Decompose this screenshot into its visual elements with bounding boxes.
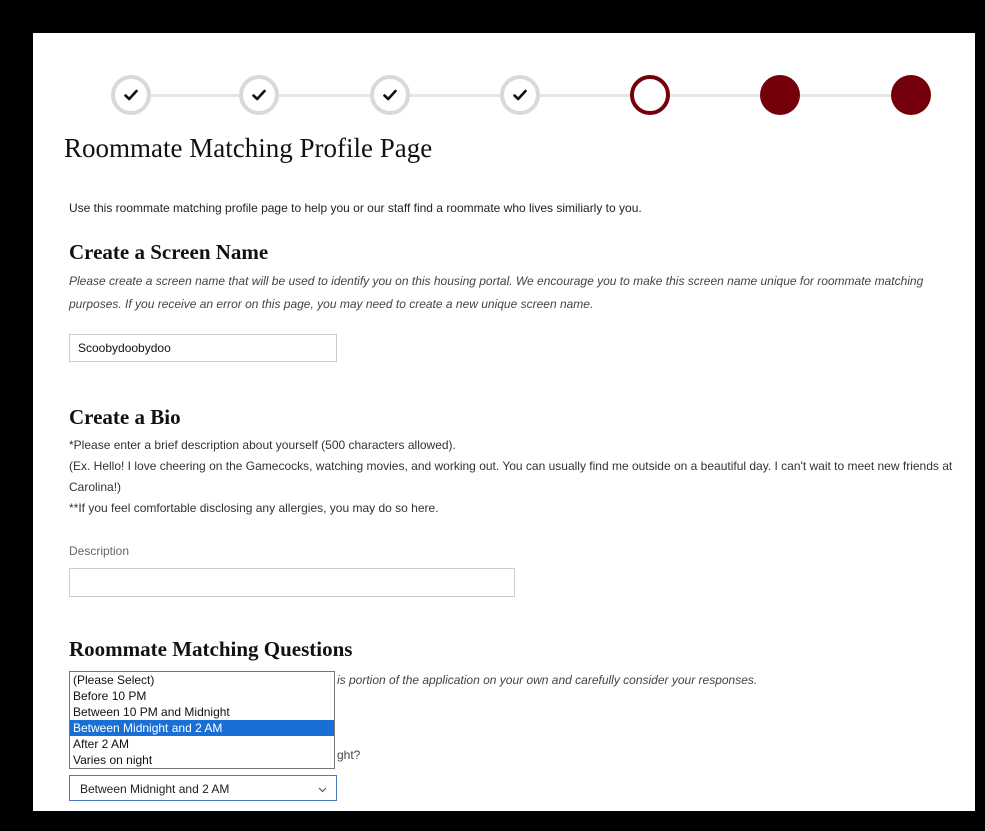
description-label: Description [69,544,130,558]
option-after-2am[interactable]: After 2 AM [70,736,334,752]
option-before-10pm[interactable]: Before 10 PM [70,688,334,704]
bio-instructions: *Please enter a brief description about … [69,435,969,519]
progress-stepper [33,73,975,117]
questions-heading: Roommate Matching Questions [69,637,353,661]
questions-note: is portion of the application on your ow… [337,673,758,687]
option-varies[interactable]: Varies on night [70,752,334,768]
bedtime-dropdown-list: (Please Select) Before 10 PM Between 10 … [69,671,335,769]
option-midnight-2am[interactable]: Between Midnight and 2 AM [70,720,334,736]
question-text: ght? [337,748,361,762]
screen-name-note: Please create a screen name that will be… [69,274,924,311]
check-icon [374,79,406,111]
step-2-completed[interactable] [239,75,279,115]
page-title: Roommate Matching Profile Page [64,133,433,163]
step-3-completed[interactable] [370,75,410,115]
bio-instruction-3: **If you feel comfortable disclosing any… [69,501,439,515]
page-container: Roommate Matching Profile Page Use this … [33,33,975,811]
check-icon [504,79,536,111]
option-10pm-midnight[interactable]: Between 10 PM and Midnight [70,704,334,720]
description-input[interactable] [69,568,515,597]
option-please-select[interactable]: (Please Select) [70,672,334,688]
step-4-completed[interactable] [500,75,540,115]
screen-name-input[interactable] [69,334,337,362]
check-icon [243,79,275,111]
check-icon [115,79,147,111]
page-intro: Use this roommate matching profile page … [69,201,642,215]
bio-instruction-1: *Please enter a brief description about … [69,438,456,452]
step-1-completed[interactable] [111,75,151,115]
step-7-upcoming [891,75,931,115]
bedtime-select[interactable]: Between Midnight and 2 AM [69,775,337,801]
bio-heading: Create a Bio [69,405,181,429]
select-value: Between Midnight and 2 AM [80,782,230,796]
step-5-current[interactable] [630,75,670,115]
screen-name-heading: Create a Screen Name [69,240,269,264]
bio-instruction-2: (Ex. Hello! I love cheering on the Gamec… [69,459,953,494]
chevron-down-icon [318,782,327,796]
step-6-upcoming [760,75,800,115]
